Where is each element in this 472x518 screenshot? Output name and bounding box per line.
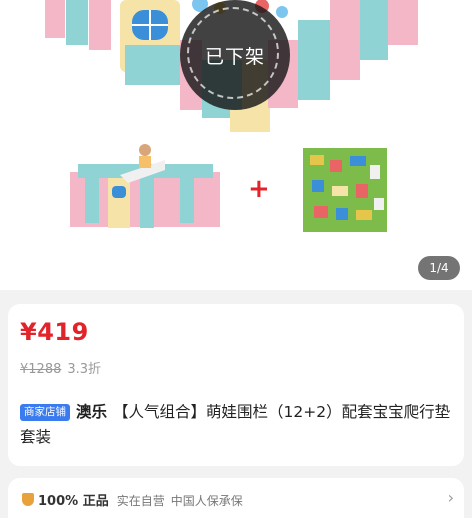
discount-label: 3.3折 [67,362,102,377]
product-image-gallery[interactable]: 已下架 + 1/4 [0,0,472,290]
original-price: ¥1288 [20,362,62,377]
delisted-label: 已下架 [204,45,265,68]
current-price: ¥419 [20,318,89,346]
product-info-card: ¥419 ¥1288 3.3折 商家店铺 澳乐 【人气组合】萌娃围栏（12+2）配套宝… [8,304,464,466]
original-price-row: ¥1288 3.3折 [20,358,101,377]
product-title: 商家店铺 澳乐 【人气组合】萌娃围栏（12+2）配套宝宝爬行垫套装 [20,400,454,450]
brand-name: 澳乐 [76,403,108,421]
service-item: 实在自营 [116,494,165,508]
delisted-badge: 已下架 [180,0,290,110]
shop-tag-badge: 商家店铺 [20,404,70,421]
service-headline: 100% 正品 [38,494,109,509]
small-playpen-photo [70,144,220,228]
image-page-indicator: 1/4 [418,256,460,280]
plus-sign: + [248,174,270,204]
chevron-right-icon: › [447,488,454,507]
service-guarantee-row[interactable]: 100% 正品 实在自营 中国人保承保 › [8,478,464,518]
crawling-mat-photo [303,148,387,232]
service-item: 中国人保承保 [170,494,243,508]
